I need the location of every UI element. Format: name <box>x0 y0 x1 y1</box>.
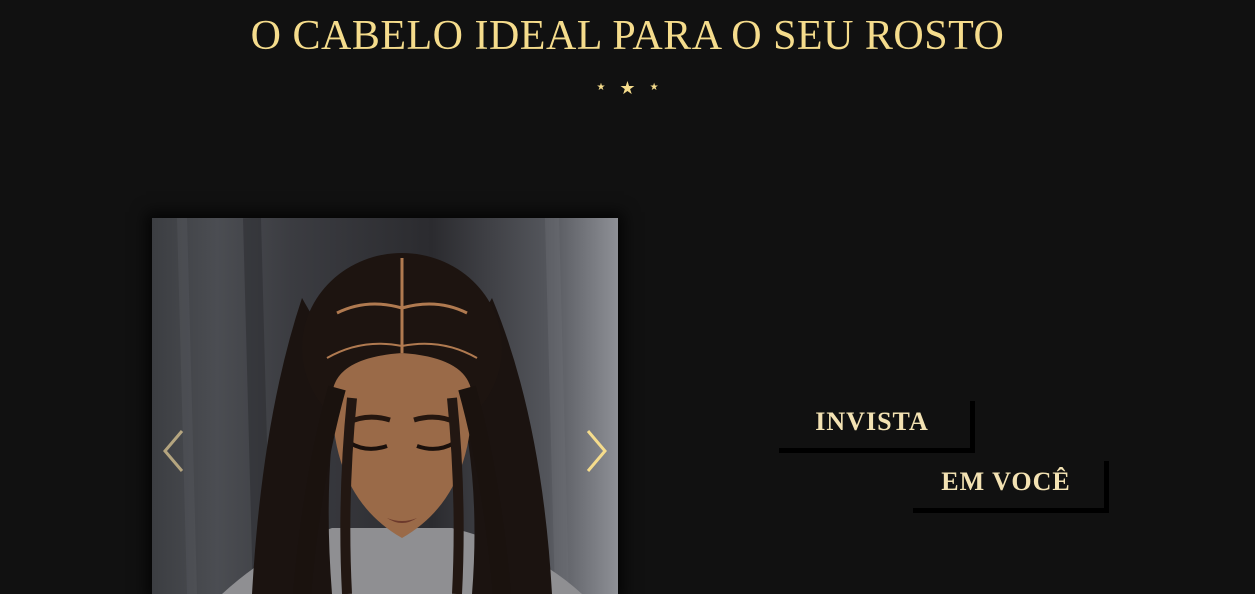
carousel-next-button[interactable] <box>582 428 610 474</box>
carousel-prev-button[interactable] <box>160 428 188 474</box>
star-divider: ★ ★ ★ <box>0 78 1255 98</box>
star-icon: ★ <box>649 82 659 94</box>
section-title: O CABELO IDEAL PARA O SEU ROSTO <box>250 13 1005 59</box>
chevron-right-icon <box>586 430 607 472</box>
image-carousel[interactable] <box>152 218 618 594</box>
promo-label-em-voce: EM VOCÊ <box>908 456 1104 508</box>
chevron-left-icon <box>163 430 184 472</box>
star-icon: ★ <box>619 78 636 99</box>
star-icon: ★ <box>596 82 606 94</box>
promo-label-invista: INVISTA <box>774 396 970 448</box>
carousel-slide-image <box>152 218 618 594</box>
